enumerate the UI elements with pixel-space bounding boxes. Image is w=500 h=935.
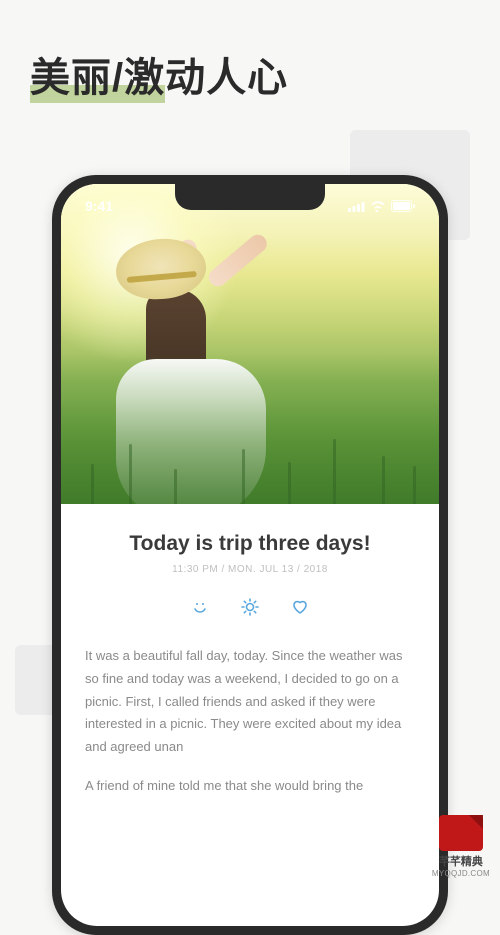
phone-notch — [175, 184, 325, 210]
status-time: 9:41 — [85, 198, 113, 214]
wifi-icon — [370, 201, 386, 212]
mood-happy-icon[interactable] — [190, 597, 210, 617]
entry-title: Today is trip three days! — [85, 532, 415, 556]
battery-icon — [391, 200, 415, 212]
watermark-logo-icon — [439, 815, 483, 851]
phone-mockup: 9:41 — [52, 175, 448, 935]
status-icons — [348, 200, 415, 212]
favorite-heart-icon[interactable] — [290, 597, 310, 617]
entry-body: It was a beautiful fall day, today. Sinc… — [85, 645, 415, 798]
watermark-text-en: MYQQJD.COM — [432, 869, 490, 878]
phone-screen: 9:41 — [61, 184, 439, 926]
entry-paragraph: It was a beautiful fall day, today. Sinc… — [85, 645, 415, 759]
entry-content: Today is trip three days! 11:30 PM / MON… — [61, 504, 439, 834]
watermark-text-cn: 芊芊精典 — [432, 853, 490, 869]
mood-icon-row — [85, 597, 415, 617]
promo-header: 美丽/激动人心 — [0, 0, 500, 123]
entry-meta: 11:30 PM / MON. JUL 13 / 2018 — [85, 564, 415, 575]
watermark: 芊芊精典 MYQQJD.COM — [432, 815, 490, 878]
promo-headline: 美丽/激动人心 — [30, 45, 470, 103]
entry-hero-image — [61, 184, 439, 504]
weather-sun-icon[interactable] — [240, 597, 260, 617]
signal-icon — [348, 201, 365, 212]
entry-paragraph: A friend of mine told me that she would … — [85, 775, 415, 798]
